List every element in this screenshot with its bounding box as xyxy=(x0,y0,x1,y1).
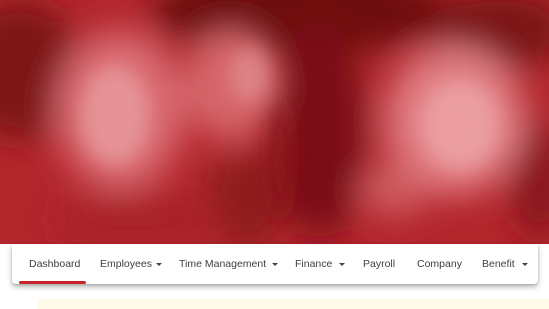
nav-finance-label: Finance xyxy=(295,258,333,270)
nav-dashboard[interactable]: Dashboard xyxy=(29,244,80,284)
main-navbar: Dashboard Employees Time Management Fina… xyxy=(12,244,538,284)
nav-benefit-label: Benefit xyxy=(482,258,515,270)
nav-employees-label: Employees xyxy=(100,258,152,270)
nav-company[interactable]: Company xyxy=(417,244,462,284)
nav-benefit[interactable]: Benefit xyxy=(482,244,528,284)
caret-down-icon xyxy=(521,263,528,266)
active-tab-indicator xyxy=(19,281,86,284)
nav-company-label: Company xyxy=(417,258,462,270)
nav-payroll-label: Payroll xyxy=(363,258,396,270)
notice-banner xyxy=(38,299,549,309)
caret-down-icon xyxy=(339,263,346,266)
hero-banner xyxy=(0,0,549,244)
nav-payroll[interactable]: Payroll xyxy=(363,244,395,284)
abstract-background-image xyxy=(0,0,549,244)
caret-down-icon xyxy=(272,263,279,266)
nav-dashboard-label: Dashboard xyxy=(29,258,81,270)
nav-employees[interactable]: Employees xyxy=(100,244,162,284)
caret-down-icon xyxy=(155,263,162,266)
nav-time-management[interactable]: Time Management xyxy=(179,244,279,284)
nav-time-management-label: Time Management xyxy=(179,258,267,270)
nav-finance[interactable]: Finance xyxy=(295,244,346,284)
